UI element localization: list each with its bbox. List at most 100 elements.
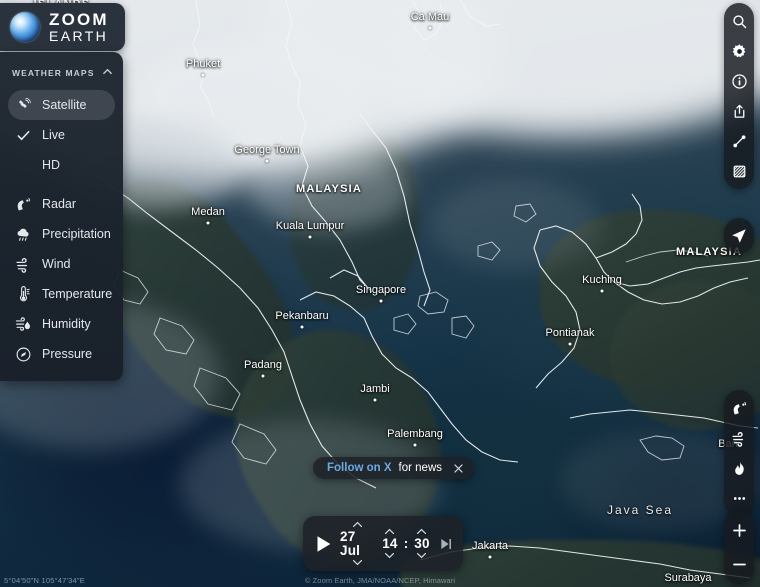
minute-value: 30 bbox=[414, 535, 430, 551]
map-label: Ca Mau bbox=[410, 11, 450, 23]
city-dot bbox=[488, 555, 492, 559]
city-dot bbox=[428, 26, 432, 30]
humidity-icon bbox=[14, 315, 33, 334]
minute-up-chevron-icon[interactable] bbox=[416, 527, 427, 536]
sidebar-item-precipitation[interactable]: Precipitation bbox=[8, 219, 115, 249]
sidebar-divider bbox=[0, 180, 123, 189]
follow-banner-text: for news bbox=[398, 462, 442, 474]
sidebar-label-live: Live bbox=[42, 127, 65, 142]
sidebar-item-wind[interactable]: Wind bbox=[8, 249, 115, 279]
pressure-icon bbox=[14, 345, 33, 364]
sidebar-label-precipitation: Precipitation bbox=[42, 226, 111, 241]
date-stepper[interactable]: 27 Jul bbox=[340, 520, 374, 567]
wind-icon bbox=[14, 255, 33, 274]
city-dot bbox=[300, 325, 304, 329]
city-dot bbox=[261, 374, 265, 378]
sidebar-label-satellite: Satellite bbox=[42, 97, 87, 112]
radar-icon bbox=[14, 195, 33, 214]
map-label: MALAYSIA bbox=[295, 183, 363, 195]
sidebar-header: WEATHER MAPS bbox=[0, 62, 123, 90]
close-icon[interactable] bbox=[453, 463, 464, 474]
hour-up-chevron-icon[interactable] bbox=[384, 527, 395, 536]
skip-to-end-icon[interactable] bbox=[438, 536, 454, 552]
map-label: Padang bbox=[244, 359, 282, 371]
blank-icon bbox=[14, 156, 33, 175]
globe-icon bbox=[10, 12, 40, 43]
toolbar-right-zoom[interactable] bbox=[724, 510, 754, 584]
share-icon[interactable] bbox=[724, 96, 754, 126]
map-label: Java Sea bbox=[606, 503, 674, 517]
city-dot bbox=[600, 289, 604, 293]
map-label: Medan bbox=[191, 206, 225, 218]
date-up-chevron-icon[interactable] bbox=[352, 520, 363, 529]
sidebar-item-hd[interactable]: HD bbox=[8, 150, 115, 180]
logo-zoom-text: ZOOM bbox=[49, 10, 109, 29]
zoom-out-icon[interactable] bbox=[724, 547, 754, 581]
zoom-in-icon[interactable] bbox=[724, 513, 754, 547]
chevron-up-icon[interactable] bbox=[102, 64, 113, 82]
info-icon[interactable] bbox=[724, 66, 754, 96]
map-label: Phuket bbox=[185, 58, 221, 70]
time-separator: : bbox=[403, 536, 409, 551]
wind-icon[interactable] bbox=[724, 423, 754, 453]
sidebar-label-radar: Radar bbox=[42, 196, 77, 211]
hour-stepper[interactable]: 14 bbox=[380, 527, 400, 561]
zoom-earth-app: ISLANDSPhuketCa MauGeorge TownMALAYSIAMe… bbox=[0, 0, 760, 587]
temperature-icon bbox=[14, 285, 33, 304]
map-label: Palembang bbox=[387, 428, 443, 440]
toolbar-right-layers[interactable] bbox=[724, 390, 754, 516]
map-attribution: © Zoom Earth, JMA/NOAA/NCEP, Himawari bbox=[304, 576, 456, 585]
sidebar-item-live[interactable]: Live bbox=[8, 120, 115, 150]
logo-earth-text: EARTH bbox=[49, 27, 109, 44]
map-label: Kuching bbox=[582, 274, 622, 286]
sidebar-item-radar[interactable]: Radar bbox=[8, 189, 115, 219]
measure-icon[interactable] bbox=[724, 126, 754, 156]
toolbar-right-navigate[interactable] bbox=[724, 218, 754, 254]
toolbar-right-primary[interactable] bbox=[724, 3, 754, 189]
city-dot bbox=[201, 73, 205, 77]
city-dot bbox=[206, 221, 210, 225]
coordinates-readout: 5°04'50"N 105°47'34"E bbox=[4, 576, 85, 585]
sidebar-item-pressure[interactable]: Pressure bbox=[8, 339, 115, 369]
city-dot bbox=[379, 299, 383, 303]
sidebar-label-wind: Wind bbox=[42, 256, 71, 271]
sidebar-label-humidity: Humidity bbox=[42, 316, 91, 331]
minute-down-chevron-icon[interactable] bbox=[416, 551, 427, 560]
minute-stepper[interactable]: 30 bbox=[412, 527, 432, 561]
search-icon[interactable] bbox=[724, 6, 754, 36]
follow-banner[interactable]: Follow on X for news bbox=[313, 457, 474, 479]
hour-down-chevron-icon[interactable] bbox=[384, 551, 395, 560]
map-label: Surabaya bbox=[664, 572, 712, 584]
check-icon bbox=[14, 126, 33, 145]
app-logo[interactable]: ZOOM EARTH bbox=[0, 3, 125, 52]
map-label: Jambi bbox=[360, 383, 390, 395]
logo-text: ZOOM EARTH bbox=[49, 11, 109, 43]
sidebar-item-humidity[interactable]: Humidity bbox=[8, 309, 115, 339]
precipitation-icon bbox=[14, 225, 33, 244]
date-value: 27 Jul bbox=[340, 529, 361, 558]
satellite-icon bbox=[14, 96, 33, 115]
follow-on-x-link[interactable]: Follow on X bbox=[327, 462, 392, 474]
city-dot bbox=[568, 342, 572, 346]
play-icon[interactable] bbox=[312, 533, 334, 555]
map-label: Pontianak bbox=[545, 327, 595, 339]
weather-maps-sidebar[interactable]: WEATHER MAPS Satellite Live HD Radar Pre… bbox=[0, 52, 123, 381]
gear-icon[interactable] bbox=[724, 36, 754, 66]
grid-icon[interactable] bbox=[724, 156, 754, 186]
map-label: Jakarta bbox=[471, 540, 509, 552]
city-dot bbox=[308, 235, 312, 239]
more-icon[interactable] bbox=[724, 483, 754, 513]
radar-icon[interactable] bbox=[724, 393, 754, 423]
navigate-icon[interactable] bbox=[724, 221, 754, 251]
sidebar-item-temperature[interactable]: Temperature bbox=[8, 279, 115, 309]
sidebar-title: WEATHER MAPS bbox=[12, 68, 95, 78]
map-label: Kuala Lumpur bbox=[275, 220, 345, 232]
map-label: Pekanbaru bbox=[275, 310, 329, 322]
city-dot bbox=[413, 443, 417, 447]
map-label: Singapore bbox=[355, 284, 407, 296]
city-dot bbox=[373, 398, 377, 402]
fire-icon[interactable] bbox=[724, 453, 754, 483]
date-down-chevron-icon[interactable] bbox=[352, 558, 363, 567]
timeline-control[interactable]: 27 Jul 14 : 30 bbox=[303, 516, 463, 571]
sidebar-item-satellite[interactable]: Satellite bbox=[8, 90, 115, 120]
